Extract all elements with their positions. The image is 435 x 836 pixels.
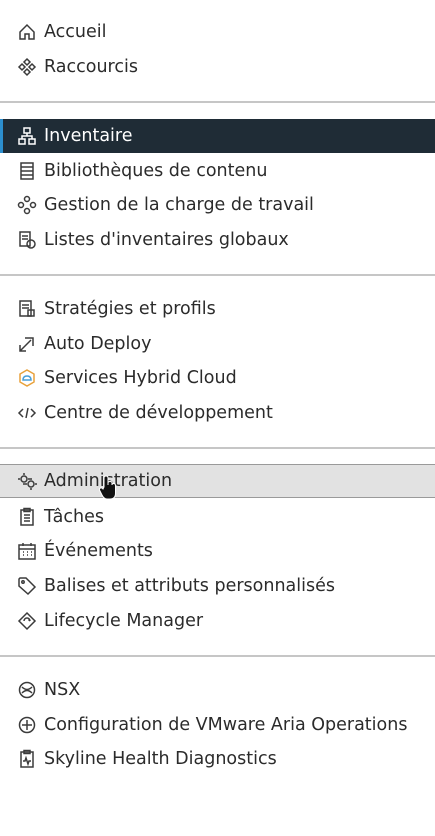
plus-circle-icon <box>16 714 38 736</box>
menu-item-label: Accueil <box>44 22 107 42</box>
menu-item-raccourcis[interactable]: Raccourcis <box>0 50 435 84</box>
divider <box>0 447 435 449</box>
menu-item-label: NSX <box>44 680 81 700</box>
menu-item-lifecycle-manager[interactable]: Lifecycle Manager <box>0 604 435 638</box>
hand-cursor-icon <box>98 475 116 500</box>
menu-item-label: Stratégies et profils <box>44 299 216 319</box>
menu-item-strategies[interactable]: Stratégies et profils <box>0 292 435 326</box>
menu-item-nsx[interactable]: NSX <box>0 673 435 707</box>
menu-item-centre-developpement[interactable]: Centre de développement <box>0 396 435 430</box>
menu-item-label: Lifecycle Manager <box>44 611 204 631</box>
divider <box>0 274 435 276</box>
menu-item-label: Événements <box>44 541 153 561</box>
menu-item-label: Gestion de la charge de travail <box>44 195 314 215</box>
hybrid-cloud-icon <box>16 367 38 389</box>
menu-item-balises[interactable]: Balises et attributs personnalisés <box>0 569 435 603</box>
nsx-icon <box>16 679 38 701</box>
menu-item-taches[interactable]: Tâches <box>0 500 435 534</box>
menu-item-label: Centre de développement <box>44 403 273 423</box>
menu-item-aria-operations[interactable]: Configuration de VMware Aria Operations <box>0 708 435 742</box>
menu-item-administration[interactable]: Administration <box>0 464 435 498</box>
menu-item-gestion-charge[interactable]: Gestion de la charge de travail <box>0 188 435 222</box>
menu-item-listes-inventaires[interactable]: Listes d'inventaires globaux <box>0 223 435 257</box>
clipboard-icon <box>16 506 38 528</box>
home-icon <box>16 21 38 43</box>
menu-item-label: Listes d'inventaires globaux <box>44 230 289 250</box>
shortcuts-icon <box>16 56 38 78</box>
menu-item-hybrid-cloud[interactable]: Services Hybrid Cloud <box>0 361 435 395</box>
content-library-icon <box>16 160 38 182</box>
menu-item-auto-deploy[interactable]: Auto Deploy <box>0 327 435 361</box>
tag-icon <box>16 575 38 597</box>
menu-item-label: Configuration de VMware Aria Operations <box>44 715 408 735</box>
menu-item-inventaire[interactable]: Inventaire <box>0 119 435 153</box>
menu-item-evenements[interactable]: Événements <box>0 534 435 568</box>
health-icon <box>16 748 38 770</box>
inventory-icon <box>16 125 38 147</box>
calendar-icon <box>16 540 38 562</box>
menu-item-label: Raccourcis <box>44 57 138 77</box>
divider <box>0 101 435 103</box>
menu-item-label: Auto Deploy <box>44 334 152 354</box>
lifecycle-icon <box>16 610 38 632</box>
menu-item-label: Skyline Health Diagnostics <box>44 749 277 769</box>
menu-item-accueil[interactable]: Accueil <box>0 15 435 49</box>
menu-item-label: Bibliothèques de contenu <box>44 161 268 181</box>
global-inventory-icon <box>16 229 38 251</box>
menu-item-label: Inventaire <box>44 126 133 146</box>
code-icon <box>16 402 38 424</box>
workload-icon <box>16 194 38 216</box>
menu-item-label: Services Hybrid Cloud <box>44 368 237 388</box>
navigation-menu: Accueil Raccourcis Inventaire Bibliothèq… <box>0 0 435 836</box>
menu-item-label: Tâches <box>44 507 104 527</box>
menu-item-label: Balises et attributs personnalisés <box>44 576 335 596</box>
policies-icon <box>16 298 38 320</box>
auto-deploy-icon <box>16 333 38 355</box>
divider <box>0 655 435 657</box>
menu-item-bibliotheques[interactable]: Bibliothèques de contenu <box>0 154 435 188</box>
menu-item-skyline-health[interactable]: Skyline Health Diagnostics <box>0 742 435 776</box>
gears-icon <box>16 470 38 492</box>
